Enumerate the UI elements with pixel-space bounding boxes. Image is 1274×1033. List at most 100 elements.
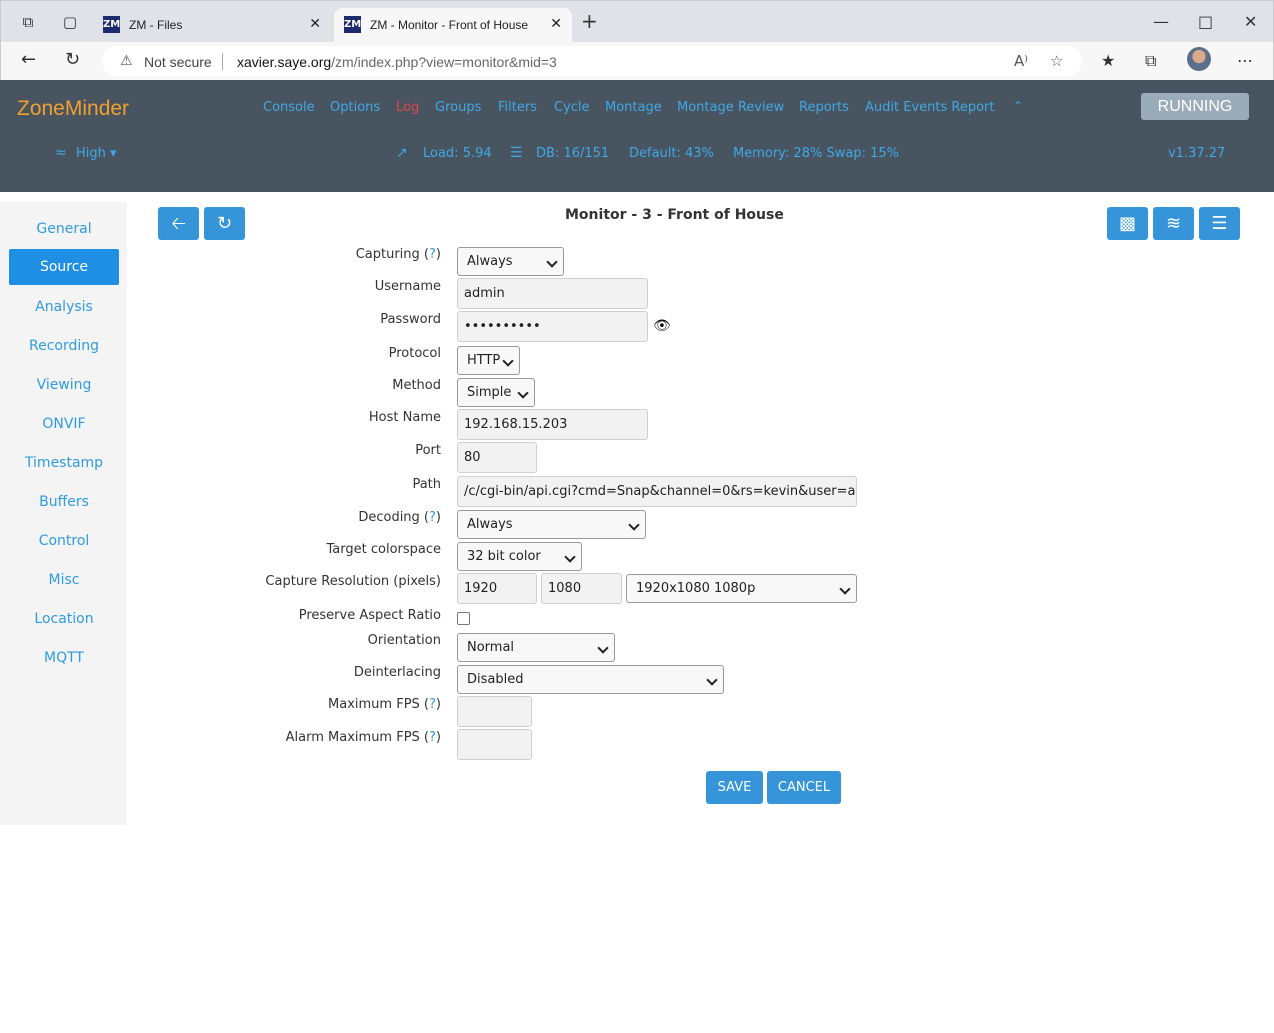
target-colorspace-select[interactable]: 32 bit color bbox=[457, 542, 582, 571]
capturing-select[interactable]: Always bbox=[457, 247, 564, 276]
page-title: Monitor - 3 - Front of House bbox=[565, 207, 784, 223]
sidebar-item-onvif[interactable]: ONVIF bbox=[9, 406, 119, 442]
username-label: Username bbox=[374, 279, 441, 294]
collapse-nav-icon[interactable]: ⌃ bbox=[1013, 99, 1023, 113]
url-text[interactable]: xavier.saye.org/zm/index.php?view=monito… bbox=[237, 54, 557, 70]
method-select[interactable]: Simple bbox=[457, 378, 535, 407]
sidebar-item-misc[interactable]: Misc bbox=[9, 562, 119, 598]
refresh-icon[interactable]: ↻ bbox=[65, 50, 80, 70]
collections-icon[interactable]: ⧉ bbox=[1145, 51, 1156, 71]
address-toolbar: ← ↻ ⚠ Not secure xavier.saye.org/zm/inde… bbox=[0, 42, 1274, 80]
tab-actions-icon[interactable]: ▢ bbox=[61, 14, 79, 30]
capture-width-input[interactable]: 1920 bbox=[457, 573, 537, 604]
decoding-select[interactable]: Always bbox=[457, 510, 646, 539]
wifi-icon[interactable]: ≈ bbox=[55, 145, 67, 161]
nav-groups[interactable]: Groups bbox=[435, 100, 481, 115]
close-window-icon[interactable]: ✕ bbox=[1244, 12, 1257, 31]
tab-zm-monitor[interactable]: ZM ZM - Monitor - Front of House ✕ bbox=[334, 8, 572, 43]
db-stat: DB: 16/151 bbox=[536, 146, 610, 161]
sidebar-item-timestamp[interactable]: Timestamp bbox=[9, 445, 119, 481]
password-label: Password bbox=[380, 312, 441, 327]
sidebar-item-location[interactable]: Location bbox=[9, 601, 119, 637]
host-name-input[interactable]: 192.168.15.203 bbox=[457, 409, 648, 440]
nav-montage[interactable]: Montage bbox=[605, 100, 662, 115]
nav-montage-review[interactable]: Montage Review bbox=[677, 100, 784, 115]
nav-audit-events-report[interactable]: Audit Events Report bbox=[865, 100, 994, 115]
sidebar-item-control[interactable]: Control bbox=[9, 523, 119, 559]
port-label: Port bbox=[415, 443, 441, 458]
run-state-button[interactable]: RUNNING bbox=[1141, 93, 1249, 120]
sidebar-item-general[interactable]: General bbox=[9, 211, 119, 247]
port-input[interactable]: 80 bbox=[457, 442, 537, 473]
alarm-max-fps-help-link[interactable]: ? bbox=[429, 730, 436, 745]
close-tab-icon[interactable]: ✕ bbox=[309, 16, 321, 32]
back-icon[interactable]: ← bbox=[21, 50, 36, 70]
nav-log[interactable]: Log bbox=[396, 100, 419, 115]
maximize-icon[interactable]: □ bbox=[1198, 12, 1213, 31]
sidebar-item-viewing[interactable]: Viewing bbox=[9, 367, 119, 403]
capturing-label: Capturing (?) bbox=[355, 247, 441, 262]
sidebar-item-analysis[interactable]: Analysis bbox=[9, 289, 119, 325]
method-label: Method bbox=[392, 378, 441, 393]
add-favorite-icon[interactable]: ☆ bbox=[1050, 52, 1063, 70]
rss-button[interactable]: ≋ bbox=[1153, 207, 1194, 240]
minimize-icon[interactable]: — bbox=[1153, 12, 1169, 31]
new-tab-icon[interactable]: + bbox=[581, 11, 598, 31]
deinterlacing-select[interactable]: Disabled bbox=[457, 665, 724, 694]
protocol-select[interactable]: HTTP bbox=[457, 346, 520, 375]
version-label[interactable]: v1.37.27 bbox=[1168, 146, 1225, 161]
browser-tab-bar: ⧉ ▢ ZM ZM - Files ✕ ZM ZM - Monitor - Fr… bbox=[0, 0, 1274, 43]
alarm-max-fps-label: Alarm Maximum FPS (?) bbox=[285, 730, 441, 745]
orientation-select[interactable]: Normal bbox=[457, 633, 615, 662]
tab-zm-files[interactable]: ZM ZM - Files ✕ bbox=[93, 8, 331, 43]
password-input[interactable]: •••••••••• bbox=[457, 311, 648, 342]
nav-options[interactable]: Options bbox=[330, 100, 380, 115]
capturing-help-link[interactable]: ? bbox=[429, 247, 436, 262]
capture-resolution-label: Capture Resolution (pixels) bbox=[265, 574, 441, 589]
zm-brand[interactable]: ZoneMinder bbox=[17, 97, 129, 121]
preserve-aspect-checkbox[interactable] bbox=[457, 612, 470, 625]
preserve-aspect-label: Preserve Aspect Ratio bbox=[298, 608, 441, 623]
workspaces-icon[interactable]: ⧉ bbox=[19, 14, 37, 30]
close-tab-icon[interactable]: ✕ bbox=[550, 16, 562, 32]
rss-feed-button[interactable]: ▩ bbox=[1107, 207, 1148, 240]
max-fps-label: Maximum FPS (?) bbox=[328, 697, 441, 712]
cancel-button[interactable]: CANCEL bbox=[767, 771, 841, 804]
tab-title: ZM - Monitor - Front of House bbox=[370, 18, 529, 32]
refresh-button[interactable]: ↻ bbox=[204, 207, 245, 240]
alarm-max-fps-input[interactable] bbox=[457, 729, 532, 760]
load-trend-icon: ↗ bbox=[396, 145, 408, 161]
bandwidth-dropdown[interactable]: High ▾ bbox=[76, 146, 117, 161]
database-icon: ☰ bbox=[510, 145, 523, 161]
more-menu-icon[interactable]: ⋯ bbox=[1237, 51, 1253, 70]
profile-avatar[interactable] bbox=[1187, 47, 1211, 71]
path-label: Path bbox=[412, 477, 441, 492]
sidebar-item-recording[interactable]: Recording bbox=[9, 328, 119, 364]
max-fps-help-link[interactable]: ? bbox=[429, 697, 436, 712]
security-label[interactable]: Not secure bbox=[144, 54, 212, 70]
resolution-preset-select[interactable]: 1920x1080 1080p bbox=[626, 574, 857, 603]
decoding-help-link[interactable]: ? bbox=[429, 510, 436, 525]
path-input[interactable]: /c/cgi-bin/api.cgi?cmd=Snap&channel=0&rs… bbox=[457, 476, 857, 507]
capture-height-input[interactable]: 1080 bbox=[541, 573, 622, 604]
nav-cycle[interactable]: Cycle bbox=[554, 100, 590, 115]
list-button[interactable]: ☰ bbox=[1199, 207, 1240, 240]
save-button[interactable]: SAVE bbox=[706, 771, 763, 804]
warning-icon[interactable]: ⚠ bbox=[120, 53, 133, 69]
sidebar-item-mqtt[interactable]: MQTT bbox=[9, 640, 119, 676]
max-fps-input[interactable] bbox=[457, 696, 532, 727]
nav-reports[interactable]: Reports bbox=[799, 100, 849, 115]
default-storage-stat: Default: 43% bbox=[629, 146, 714, 161]
address-bar[interactable]: ⚠ Not secure xavier.saye.org/zm/index.ph… bbox=[102, 46, 1082, 76]
back-button[interactable]: 🡠 bbox=[158, 207, 199, 240]
read-aloud-icon[interactable]: A⁾ bbox=[1014, 52, 1028, 70]
nav-filters[interactable]: Filters bbox=[498, 100, 537, 115]
show-password-icon[interactable]: 👁 bbox=[653, 318, 671, 334]
sidebar-item-buffers[interactable]: Buffers bbox=[9, 484, 119, 520]
decoding-label: Decoding (?) bbox=[358, 510, 441, 525]
username-input[interactable]: admin bbox=[457, 278, 648, 309]
favorites-icon[interactable]: ★ bbox=[1101, 51, 1115, 70]
sidebar-item-source[interactable]: Source bbox=[9, 249, 119, 285]
nav-console[interactable]: Console bbox=[263, 100, 315, 115]
divider bbox=[222, 53, 223, 70]
